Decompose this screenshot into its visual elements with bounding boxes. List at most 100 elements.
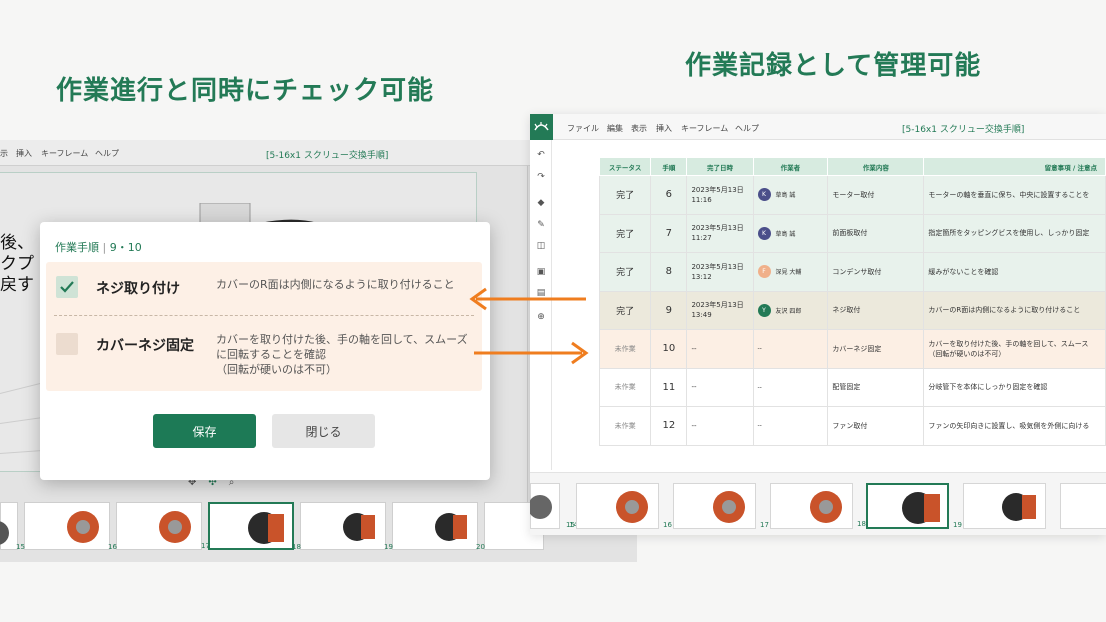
redo-icon[interactable]: ↷	[535, 172, 547, 182]
step-cell: 7	[650, 213, 688, 253]
task-name: ネジ取り付け	[96, 281, 180, 297]
table-header: ステータス 手順 完了日時 作業者 作業内容 留意事項 / 注意点	[598, 157, 1106, 176]
document-title: [5-16x1 スクリュー交換手順]	[266, 151, 389, 161]
menu-keyframe[interactable]: キーフレーム	[681, 123, 728, 134]
date-cell: 2023年5月13日 11:27	[686, 213, 754, 253]
avatar: F	[757, 265, 771, 279]
editor-window-right: ファイル 編集 表示 挿入 キーフレーム ヘルプ [5-16x1 スクリュー交換…	[530, 114, 1106, 535]
content-cell: 前面板取付	[827, 213, 925, 253]
status-cell: 未作業	[598, 329, 652, 369]
table-row[interactable]: 未作業 12 -- -- ファン取付 ファンの矢印向きに設置し、吸気側を外側に向ける	[598, 406, 1106, 446]
table-row[interactable]: 未作業 11 -- -- 配管固定 分岐管下を本体にしっかり固定を確認	[598, 367, 1106, 407]
date-cell: --	[686, 329, 754, 369]
brush-icon[interactable]: ✎	[535, 220, 547, 230]
date-cell: --	[686, 367, 754, 407]
status-cell: 完了	[598, 252, 652, 292]
undo-icon[interactable]: ↶	[535, 150, 547, 160]
dialog-title: 作業手順 | 9・10	[55, 241, 142, 254]
table-row[interactable]: 完了 9 2023年5月13日 13:49 Y 友沢 四郎 ネジ取付 カバーのR面は内側にな…	[598, 290, 1106, 330]
table-row[interactable]: 未作業 10 -- -- カバーネジ固定 カバーを取り付けた後、手の軸を回して、スムース …	[598, 329, 1106, 369]
content-cell: ファン取付	[827, 406, 925, 446]
work-record-table: ステータス 手順 完了日時 作業者 作業内容 留意事項 / 注意点 完了 6 202…	[598, 157, 1106, 446]
content-cell: カバーネジ固定	[827, 329, 925, 369]
task-name: カバーネジ固定	[96, 338, 194, 354]
thumbnail[interactable]: 14	[530, 483, 578, 529]
note-cell: 分岐管下を本体にしっかり固定を確認	[923, 367, 1106, 407]
avatar: K	[757, 188, 771, 202]
task-checkbox-checked[interactable]	[56, 276, 78, 298]
add-icon[interactable]: ⊕	[535, 312, 547, 322]
worker-cell: --	[752, 329, 829, 369]
content-cell: コンデンサ取付	[827, 252, 925, 292]
status-cell: 完了	[598, 290, 652, 330]
menu-keyframe[interactable]: キーフレーム	[41, 148, 88, 159]
note-cell: カバーのR面は内側になるように取り付けること	[923, 290, 1106, 330]
menu-edit[interactable]: 編集	[607, 123, 623, 134]
headline-right: 作業記録として管理可能	[685, 51, 982, 81]
check-icon	[60, 281, 74, 293]
thumbnail[interactable]: 18	[292, 502, 386, 551]
menu-help[interactable]: ヘルプ	[735, 123, 759, 134]
thumbnail[interactable]	[1060, 483, 1106, 529]
menu-file[interactable]: ファイル	[567, 123, 599, 134]
save-button[interactable]: 保存	[153, 414, 256, 448]
date-cell: 2023年5月13日 13:12	[686, 252, 754, 292]
arrow-left-icon	[469, 287, 586, 311]
content-cell: モーター取付	[827, 175, 925, 215]
thumbnail[interactable]: 15	[16, 502, 110, 551]
app-logo	[530, 114, 553, 140]
headline-left: 作業進行と同時にチェック可能	[56, 76, 435, 106]
status-cell: 完了	[598, 175, 652, 215]
worker-cell: K 草島 誠	[752, 175, 829, 215]
status-cell: 未作業	[598, 406, 652, 446]
thumbnail-active[interactable]: 18	[857, 483, 949, 529]
step-cell: 9	[650, 290, 688, 330]
thumbnail[interactable]: 16	[663, 483, 756, 529]
avatar: K	[757, 226, 771, 240]
content-cell: 配管固定	[827, 367, 925, 407]
worker-cell: --	[752, 406, 829, 446]
cube-icon[interactable]: ◆	[535, 198, 547, 208]
thumbnail[interactable]: 19	[953, 483, 1046, 529]
menu-bar: ファイル 編集 表示 挿入 キーフレーム ヘルプ [5-16x1 スクリュー交換…	[530, 114, 1106, 140]
step-cell: 8	[650, 252, 688, 292]
worker-cell: Y 友沢 四郎	[752, 290, 829, 330]
text-box-icon[interactable]: ▣	[535, 267, 547, 277]
note-cell: 緩みがないことを確認	[923, 252, 1106, 292]
table-row[interactable]: 完了 6 2023年5月13日 11:16 K 草島 誠モーター取付 モーターの軸を垂直に…	[598, 175, 1106, 215]
step-cell: 12	[650, 406, 688, 446]
note-cell: モーターの軸を垂直に保ち、中央に設置することを	[923, 175, 1106, 215]
document-title: [5-16x1 スクリュー交換手順]	[902, 125, 1025, 135]
step-cell: 10	[650, 329, 688, 369]
step-cell: 6	[650, 175, 688, 215]
table-row[interactable]: 完了 8 2023年5月13日 13:12 F 深見 大輔 コンデンサ取付 緩みがないことを…	[598, 252, 1106, 292]
thumbnail-active[interactable]: 17	[201, 502, 294, 550]
menu-insert[interactable]: 挿入	[656, 123, 672, 134]
menu-view[interactable]: 示	[0, 148, 8, 159]
note-cell: ファンの矢印向きに設置し、吸気側を外側に向ける	[923, 406, 1106, 446]
worker-cell: F 深見 大輔	[752, 252, 829, 292]
split-view-icon[interactable]: ◫	[535, 241, 547, 251]
thumbnail[interactable]: 15	[566, 483, 659, 529]
status-cell: 完了	[598, 213, 652, 253]
task-item[interactable]: カバーネジ固定 カバーを取り付けた後、手の軸を回して、スムーズに回転することを確…	[46, 316, 482, 391]
date-cell: 2023年5月13日 13:49	[686, 290, 754, 330]
table-row[interactable]: 完了 7 2023年5月13日 11:27 K 草島 誠前面板取付 指定箇所をタッピングビ…	[598, 213, 1106, 253]
menu-view[interactable]: 表示	[631, 123, 647, 134]
menu-insert[interactable]: 挿入	[16, 148, 32, 159]
slide-text: 後、 クプ 戻す	[0, 233, 34, 295]
worker-cell: K 草島 誠	[752, 213, 829, 253]
date-cell: 2023年5月13日 11:16	[686, 175, 754, 215]
close-button[interactable]: 閉じる	[272, 414, 375, 448]
task-item[interactable]: ネジ取り付け カバーのR面は内側になるように取り付けること	[46, 262, 482, 315]
menu-help[interactable]: ヘルプ	[95, 148, 119, 159]
task-checkbox-unchecked[interactable]	[56, 333, 78, 355]
task-dialog: 作業手順 | 9・10 ネジ取り付け カバーのR面は内側になるように取り付けるこ…	[40, 222, 490, 480]
thumbnail[interactable]: 19	[384, 502, 478, 551]
task-list: ネジ取り付け カバーのR面は内側になるように取り付けること カバーネジ固定 カバ…	[46, 262, 482, 391]
arrow-right-icon	[474, 341, 589, 365]
note-cell: 指定箇所をタッピングビスを使用し、しっかり固定	[923, 213, 1106, 253]
thumbnail[interactable]: 17	[760, 483, 853, 529]
task-description: カバーを取り付けた後、手の軸を回して、スムーズに回転することを確認 （回転が硬い…	[216, 333, 468, 376]
thumbnail[interactable]: 16	[108, 502, 202, 551]
